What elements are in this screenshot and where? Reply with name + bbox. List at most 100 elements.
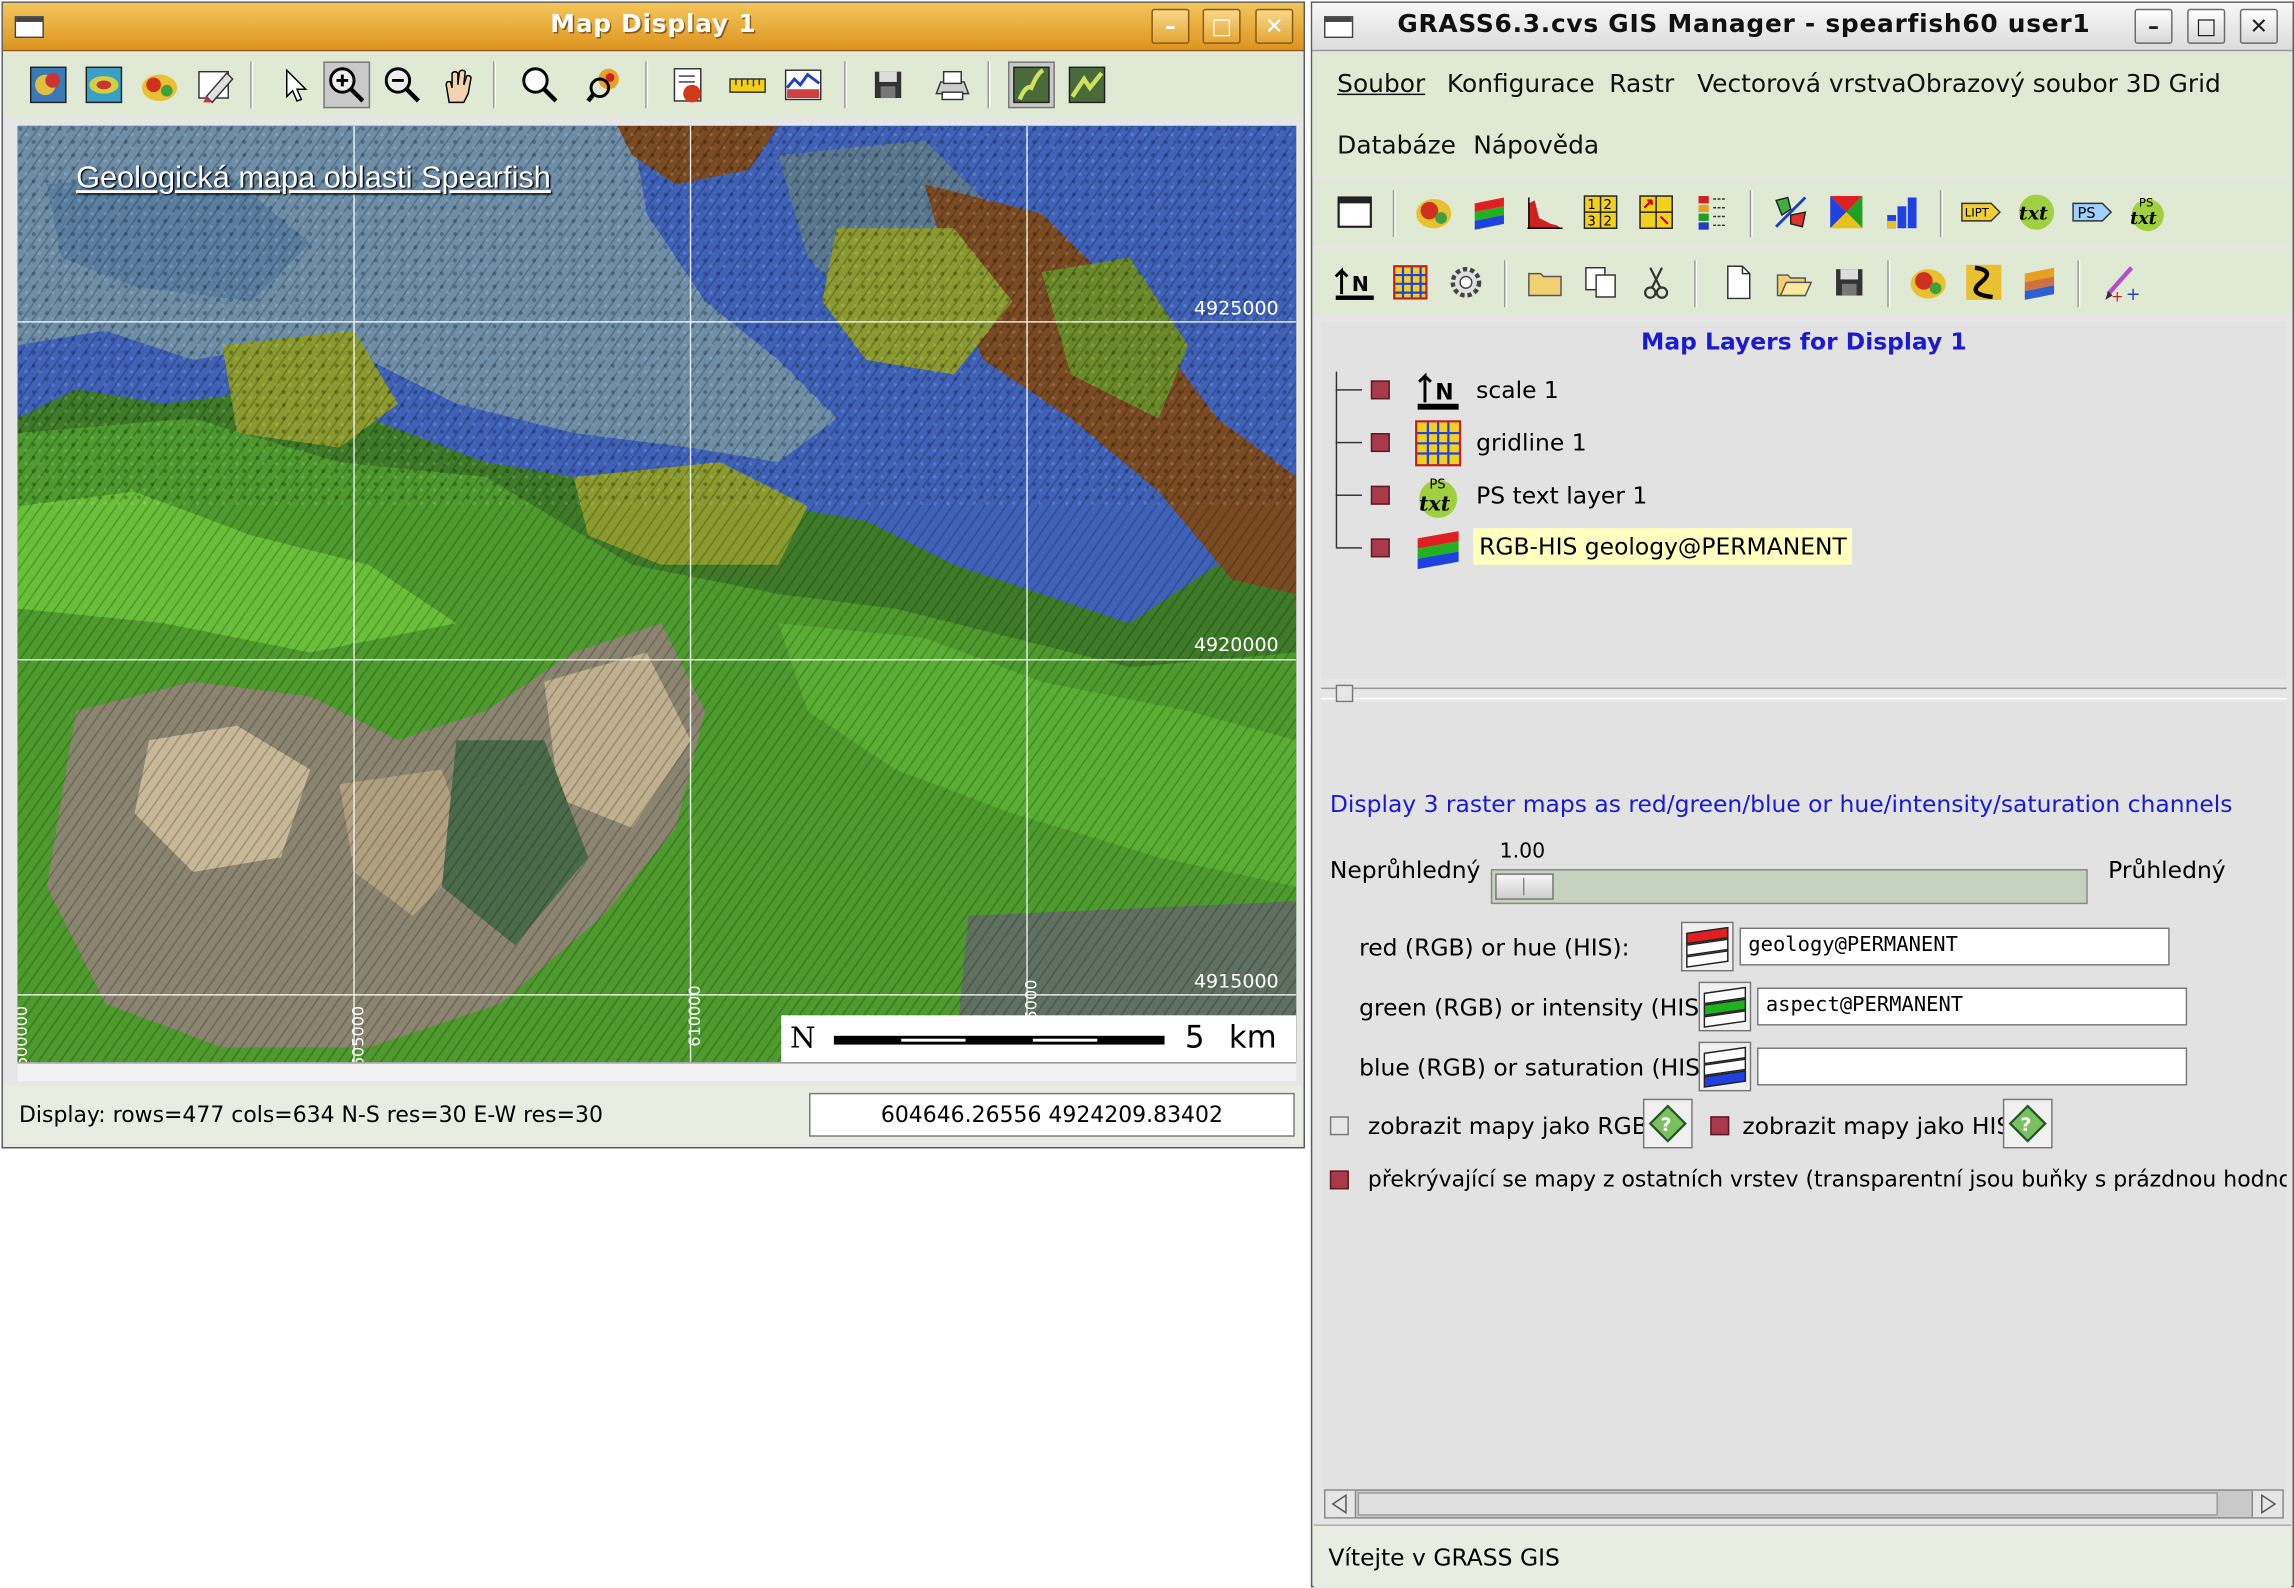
red-map-select-button[interactable] [1680,921,1734,972]
pan-icon[interactable] [435,61,482,108]
query-map-icon[interactable] [581,61,628,108]
overlay-checkbox[interactable] [1329,1170,1349,1190]
menu-konfigurace[interactable]: Konfigurace [1447,70,1595,99]
layer-row[interactable]: N scale 1 [1335,366,2272,416]
layer-row[interactable]: PS txt PS text layer 1 [1335,471,2272,521]
add-labels-icon[interactable]: LIPT [1957,189,2004,236]
scroll-left-arrow-icon[interactable] [1325,1490,1357,1518]
maximize-button[interactable]: □ [2187,8,2226,44]
layer-visible-checkbox[interactable] [1370,485,1390,505]
menu-databaze[interactable]: Databáze [1337,132,1456,161]
save-workspace-icon[interactable] [1826,259,1873,306]
close-button[interactable]: ✕ [2239,8,2278,44]
green-map-input[interactable]: aspect@PERMANENT [1757,987,2188,1026]
menu-rastr[interactable]: Rastr [1609,70,1674,99]
render-raster-icon[interactable] [136,61,183,108]
menu-napoveda[interactable]: Nápověda [1473,132,1599,161]
rgb-help-button[interactable]: ? [1642,1098,1693,1149]
measure-icon[interactable] [724,61,771,108]
grid-label-north-1: 4925000 [1193,298,1279,321]
red-map-input[interactable]: geology@PERMANENT [1739,927,2170,966]
horizontal-scrollbar[interactable] [1324,1489,2284,1519]
digitize-icon[interactable] [1960,259,2007,306]
layer-row[interactable]: RGB-HIS geology@PERMANENT [1335,524,2272,574]
svg-text:3: 3 [1587,214,1595,229]
minimize-button[interactable]: – [2134,8,2173,44]
add-text-icon[interactable]: txt [2013,189,2060,236]
add-group-icon[interactable] [1522,259,1569,306]
layer-visible-checkbox[interactable] [1370,380,1390,400]
display-map-icon[interactable] [25,61,72,108]
cut-layer-icon[interactable] [1633,259,1680,306]
layer-visible-checkbox[interactable] [1370,433,1390,453]
close-button[interactable]: ✕ [1255,8,1294,44]
redraw-all-icon[interactable] [80,61,127,108]
print-icon[interactable] [929,61,976,108]
add-raster-icon[interactable] [1410,189,1457,236]
zoom-menu-icon[interactable] [516,61,563,108]
scroll-right-arrow-icon[interactable] [2251,1490,2283,1518]
menu-soubor[interactable]: Soubor [1337,70,1425,99]
add-chart-icon[interactable] [1878,189,1925,236]
add-legend-icon[interactable] [1688,189,1735,236]
add-histogram-icon[interactable] [1522,189,1569,236]
menu-obrazovy-soubor[interactable]: Obrazový soubor [1906,70,2118,99]
2d-view-icon[interactable] [1008,61,1055,109]
add-command-icon[interactable] [1443,259,1490,306]
opacity-slider-handle[interactable] [1495,873,1554,900]
svg-text:N: N [1352,272,1369,296]
layer-label-selected: RGB-HIS geology@PERMANENT [1473,528,1853,565]
gis-manager-titlebar[interactable]: GRASS6.3.cvs GIS Manager - spearfish60 u… [1312,2,2293,52]
coordinates-field[interactable]: 604646.26556 4924209.83402 [809,1092,1295,1137]
scroll-thumb[interactable] [1357,1492,2218,1516]
add-vector-icon[interactable] [1767,189,1814,236]
maximize-button[interactable]: □ [1202,8,1241,44]
add-cell-values-icon[interactable]: 1232 [1577,189,1624,236]
copy-layer-icon[interactable] [1577,259,1624,306]
map-layers-stack-icon[interactable] [2016,259,2063,306]
erase-icon[interactable] [192,61,239,108]
save-display-icon[interactable] [865,61,912,108]
add-scale-icon[interactable]: N [1331,259,1378,306]
svg-text:1: 1 [1587,198,1595,213]
add-arrows-icon[interactable] [1633,189,1680,236]
green-map-select-button[interactable] [1698,981,1752,1032]
rgb-checkbox[interactable] [1329,1116,1349,1136]
map-canvas[interactable]: Geologická mapa oblasti Spearfish 492500… [17,125,1297,1063]
pointer-icon[interactable] [271,61,318,108]
new-display-icon[interactable] [1331,189,1378,236]
3d-view-icon[interactable] [1064,61,1111,108]
scale-value: 5 [1185,1019,1205,1055]
pane-splitter[interactable] [1321,684,2287,703]
add-ps-labels-icon[interactable]: PS [2069,189,2116,236]
zoom-out-icon[interactable] [379,61,426,108]
layer-row[interactable]: gridline 1 [1335,418,2272,468]
minimize-button[interactable]: – [1151,8,1190,44]
add-rgb-icon[interactable] [1466,189,1513,236]
profile-icon[interactable] [780,61,827,108]
layer-visible-checkbox[interactable] [1370,538,1390,558]
menu-3d-grid[interactable]: 3D Grid [2126,70,2221,99]
blue-map-select-button[interactable] [1698,1041,1752,1092]
raster-tools-icon[interactable] [1905,259,1952,306]
gis-toolbar-1: 1232 LIPT txt PS PS txt [1313,178,2292,246]
menu-vectorova-vrstva[interactable]: Vectorová vrstva [1697,70,1906,99]
cartographic-composer-icon[interactable]: + + [2098,259,2145,306]
his-checkbox[interactable] [1710,1116,1730,1136]
his-help-button[interactable]: ? [2002,1098,2053,1149]
new-workspace-icon[interactable] [1715,259,1762,306]
svg-text:?: ? [1661,1114,1672,1136]
add-ps-text-icon[interactable]: PS txt [2124,189,2171,236]
map-display-titlebar[interactable]: Map Display 1 – □ ✕ [2,2,1304,52]
grid-label-east-2: 605000 [348,1005,368,1063]
north-arrow-icon: N [790,1019,816,1055]
add-grid-icon[interactable] [1387,259,1434,306]
map-status-text: Display: rows=477 cols=634 N-S res=30 E-… [19,1101,603,1128]
blue-map-input[interactable] [1757,1047,2188,1086]
opacity-slider[interactable] [1490,869,2088,905]
open-workspace-icon[interactable] [1770,259,1817,306]
zoom-in-icon[interactable] [323,61,371,109]
add-overlay-icon[interactable] [666,61,713,108]
add-thematic-icon[interactable] [1823,189,1870,236]
map-display-window: Map Display 1 – □ ✕ Geologická mapa obla… [1,1,1305,1149]
